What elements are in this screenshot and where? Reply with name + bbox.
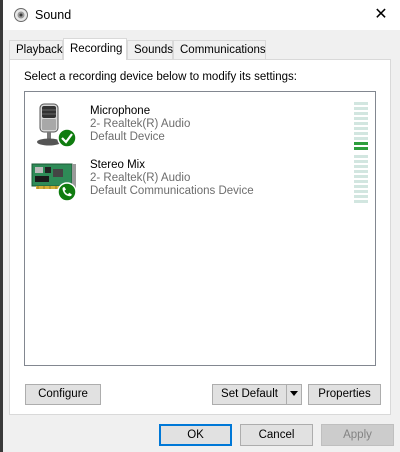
level-meter-segment	[354, 147, 368, 150]
configure-button[interactable]: Configure	[25, 384, 101, 405]
tab-sounds[interactable]: Sounds	[127, 40, 173, 59]
tab-playback[interactable]: Playback	[9, 40, 63, 59]
recording-panel: Select a recording device below to modif…	[9, 59, 391, 415]
level-meter-segment	[354, 200, 368, 203]
level-meter-segment	[354, 137, 368, 140]
ok-button[interactable]: OK	[159, 424, 232, 446]
level-meter-segment	[354, 195, 368, 198]
level-meter	[354, 102, 368, 152]
instruction-text: Select a recording device below to modif…	[24, 71, 297, 83]
phone-badge-icon	[57, 182, 77, 202]
cancel-button[interactable]: Cancel	[240, 424, 313, 446]
device-status: Default Communications Device	[90, 185, 254, 197]
level-meter-segment	[354, 112, 368, 115]
level-meter-segment	[354, 102, 368, 105]
properties-button[interactable]: Properties	[308, 384, 381, 405]
device-name: Stereo Mix	[90, 159, 145, 171]
device-status: Default Device	[90, 131, 165, 143]
set-default-button[interactable]: Set Default	[212, 384, 287, 405]
level-meter-segment	[354, 122, 368, 125]
device-driver: 2- Realtek(R) Audio	[90, 118, 191, 130]
level-meter	[354, 155, 368, 205]
device-driver: 2- Realtek(R) Audio	[90, 172, 191, 184]
close-button[interactable]: ✕	[366, 0, 396, 30]
level-meter-segment	[354, 170, 368, 173]
apply-button[interactable]: Apply	[321, 424, 394, 446]
tab-recording[interactable]: Recording	[63, 38, 127, 60]
level-meter-segment	[354, 142, 368, 145]
device-item-stereo-mix[interactable]: Stereo Mix 2- Realtek(R) Audio Default C…	[25, 155, 375, 208]
level-meter-segment	[354, 127, 368, 130]
speaker-icon	[14, 8, 28, 22]
tab-communications[interactable]: Communications	[173, 40, 266, 59]
level-meter-segment	[354, 132, 368, 135]
microphone-icon	[37, 103, 77, 148]
window-title: Sound	[35, 8, 72, 22]
level-meter-segment	[354, 107, 368, 110]
level-meter-segment	[354, 185, 368, 188]
background-window-edge	[0, 0, 3, 452]
level-meter-segment	[354, 117, 368, 120]
level-meter-segment	[354, 175, 368, 178]
set-default-dropdown-button[interactable]	[286, 384, 302, 405]
chevron-down-icon	[290, 391, 298, 397]
device-item-microphone[interactable]: Microphone 2- Realtek(R) Audio Default D…	[25, 102, 375, 154]
level-meter-segment	[354, 190, 368, 193]
device-name: Microphone	[90, 105, 151, 117]
close-icon: ✕	[374, 6, 388, 23]
level-meter-segment	[354, 180, 368, 183]
sound-dialog: Sound ✕ Playback Recording Sounds Commun…	[0, 0, 400, 452]
level-meter-segment	[354, 165, 368, 168]
sound-card-icon	[31, 163, 77, 202]
device-list[interactable]: Microphone 2- Realtek(R) Audio Default D…	[24, 91, 376, 366]
level-meter-segment	[354, 155, 368, 158]
level-meter-segment	[354, 160, 368, 163]
title-bar[interactable]: Sound ✕	[3, 0, 400, 30]
checkmark-badge-icon	[57, 128, 77, 148]
